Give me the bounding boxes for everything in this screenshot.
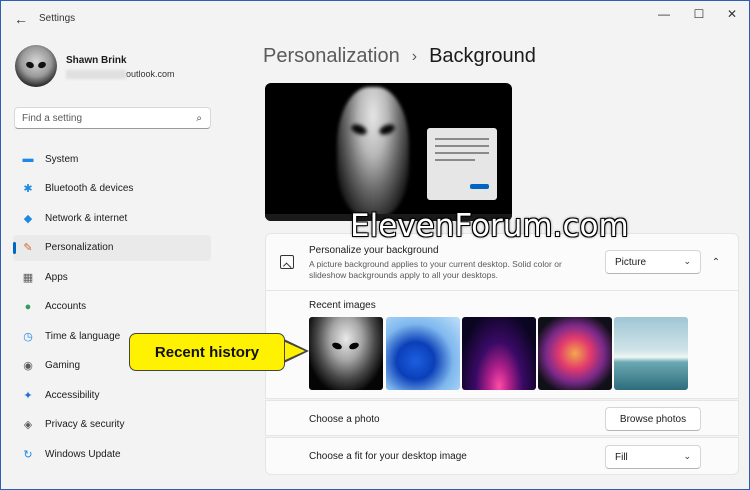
dropdown-value: Fill <box>615 451 628 463</box>
sidebar-item-bluetooth[interactable]: ✱ Bluetooth & devices <box>13 176 211 202</box>
preview-wallpaper-alien <box>337 87 409 217</box>
profile-email: outlook.com <box>66 69 175 80</box>
sidebar-item-label: Privacy & security <box>45 419 125 430</box>
breadcrumb-parent[interactable]: Personalization <box>263 45 400 68</box>
choose-fit-row: Choose a fit for your desktop image Fill… <box>265 437 739 475</box>
browse-photos-button[interactable]: Browse photos <box>605 407 701 431</box>
sidebar-item-label: Time & language <box>45 330 121 342</box>
desktop-preview <box>265 83 512 221</box>
sidebar-item-apps[interactable]: ▦ Apps <box>13 264 211 290</box>
close-button[interactable]: ✕ <box>714 1 750 27</box>
sidebar-item-label: System <box>45 153 79 165</box>
preview-line <box>435 152 489 154</box>
apps-icon: ▦ <box>22 271 34 284</box>
choose-photo-row: Choose a photo Browse photos <box>265 400 739 436</box>
preview-line <box>435 145 489 147</box>
sidebar-item-accessibility[interactable]: ✦ Accessibility <box>13 382 211 408</box>
profile-name: Shawn Brink <box>66 55 127 66</box>
avatar[interactable] <box>15 45 57 87</box>
dropdown-value: Picture <box>615 256 647 268</box>
sidebar-item-accounts[interactable]: ● Accounts <box>13 294 211 320</box>
avatar-eye <box>25 60 35 70</box>
refresh-icon: ↻ <box>23 448 33 461</box>
choose-photo-label: Choose a photo <box>309 414 380 425</box>
search-input[interactable] <box>22 112 182 124</box>
wifi-icon: ◆ <box>23 212 33 225</box>
search-box[interactable]: ⌕ <box>14 107 211 129</box>
sidebar-item-label: Network & internet <box>45 212 128 224</box>
sidebar-item-network[interactable]: ◆ Network & internet <box>13 205 211 231</box>
gamepad-icon: ◉ <box>23 360 33 372</box>
recent-images-label: Recent images <box>309 300 376 311</box>
callout-arrow <box>283 341 305 361</box>
recent-history-callout: Recent history <box>129 333 285 371</box>
email-redaction <box>66 70 126 80</box>
preview-button <box>470 184 489 189</box>
profile-email-domain: outlook.com <box>126 69 175 79</box>
recent-image-thumbnail[interactable] <box>386 317 460 390</box>
clock-globe-icon: ◷ <box>23 330 33 343</box>
maximize-button[interactable]: ☐ <box>681 1 717 27</box>
monitor-icon: ▬ <box>22 153 34 165</box>
picture-icon <box>280 255 294 269</box>
personalize-title: Personalize your background <box>309 245 439 256</box>
thumb-eye <box>348 341 360 351</box>
thumb-eye <box>331 341 343 351</box>
breadcrumb: Personalization › Background <box>263 45 536 68</box>
recent-image-thumbnail[interactable] <box>309 317 383 390</box>
minimize-button[interactable]: — <box>646 1 682 27</box>
accessibility-icon: ✦ <box>23 389 33 402</box>
page-title: Background <box>429 45 536 67</box>
recent-image-thumbnail[interactable] <box>538 317 612 390</box>
sidebar-item-label: Accounts <box>45 301 87 312</box>
sidebar-item-personalization[interactable]: ✎ Personalization <box>13 234 211 261</box>
sidebar-item-label: Windows Update <box>45 448 121 460</box>
sidebar-item-privacy[interactable]: ◈ Privacy & security <box>13 412 211 438</box>
avatar-eye <box>37 60 47 70</box>
sidebar-item-label: Personalization <box>45 242 114 253</box>
background-type-dropdown[interactable]: Picture ⌄ <box>605 250 701 274</box>
chevron-up-icon[interactable]: ⌃ <box>706 252 726 272</box>
sidebar-item-label: Apps <box>45 271 68 283</box>
sidebar-item-label: Accessibility <box>45 389 100 401</box>
preview-window-mock <box>427 128 497 200</box>
chevron-right-icon: › <box>411 47 418 65</box>
preview-line <box>435 159 475 161</box>
recent-image-thumbnail[interactable] <box>614 317 688 390</box>
sidebar-item-label: Bluetooth & devices <box>45 183 134 194</box>
brush-icon: ✎ <box>23 242 33 254</box>
shield-icon: ◈ <box>23 419 33 431</box>
personalize-description: A picture background applies to your cur… <box>309 259 562 280</box>
recent-image-thumbnail[interactable] <box>462 317 536 390</box>
preview-eye <box>349 122 369 137</box>
app-title: Settings <box>39 13 76 24</box>
fit-dropdown[interactable]: Fill ⌄ <box>605 445 701 469</box>
chevron-down-icon: ⌄ <box>683 451 691 461</box>
sidebar-item-label: Gaming <box>45 360 81 371</box>
search-icon[interactable]: ⌕ <box>196 113 202 124</box>
back-arrow-icon[interactable]: ← <box>9 7 33 31</box>
recent-images-section: Recent images <box>265 291 739 399</box>
title-bar: ← Settings — ☐ ✕ <box>1 1 749 37</box>
choose-fit-label: Choose a fit for your desktop image <box>309 451 467 462</box>
watermark: ElevenForum.com <box>350 208 629 244</box>
preview-line <box>435 138 489 140</box>
chevron-down-icon: ⌄ <box>683 256 691 266</box>
bluetooth-icon: ✱ <box>23 183 33 195</box>
preview-eye <box>377 122 397 137</box>
sidebar-item-windows-update[interactable]: ↻ Windows Update <box>13 441 211 467</box>
person-icon: ● <box>24 300 32 313</box>
sidebar-item-system[interactable]: ▬ System <box>13 146 211 172</box>
sidebar-nav: ▬ System ✱ Bluetooth & devices ◆ Network & … <box>13 146 211 471</box>
